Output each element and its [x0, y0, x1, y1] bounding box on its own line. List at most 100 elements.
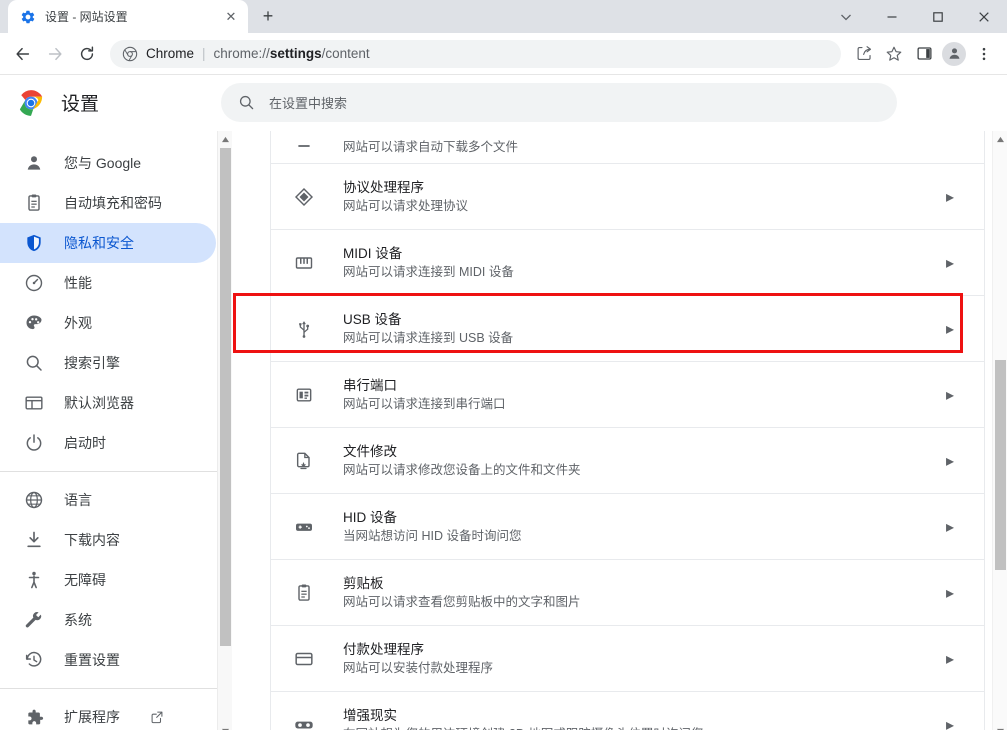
- chevron-right-icon[interactable]: ▸: [940, 187, 960, 207]
- sidebar-item-4[interactable]: 外观: [0, 303, 216, 343]
- browser-tab-settings[interactable]: 设置 - 网站设置 ✕: [8, 0, 248, 33]
- close-icon[interactable]: ✕: [222, 8, 240, 26]
- row-title: 文件修改: [343, 443, 397, 459]
- accessibility-icon: [24, 570, 44, 590]
- settings-content: 网站可以请求自动下载多个文件 协议处理程序 网站可以请求处理协议 ▸ MIDI 设备 网站…: [232, 131, 1007, 730]
- browser-window-icon: [24, 393, 44, 413]
- close-button[interactable]: [961, 0, 1007, 33]
- sidebar-item-3[interactable]: 性能: [0, 263, 216, 303]
- content-setting-row[interactable]: MIDI 设备 网站可以请求连接到 MIDI 设备 ▸: [271, 230, 984, 296]
- chevron-right-icon[interactable]: ▸: [940, 715, 960, 730]
- back-button[interactable]: [8, 39, 38, 69]
- content-setting-row[interactable]: 付款处理程序 网站可以安装付款处理程序 ▸: [271, 626, 984, 692]
- scroll-up-arrow-icon[interactable]: [218, 131, 233, 148]
- profile-avatar[interactable]: [939, 39, 969, 69]
- window-controls: [823, 0, 1007, 33]
- maximize-button[interactable]: [915, 0, 961, 33]
- chevron-right-icon[interactable]: ▸: [940, 385, 960, 405]
- url-suffix: /content: [321, 46, 370, 61]
- content-setting-row[interactable]: HID 设备 当网站想访问 HID 设备时询问您 ▸: [271, 494, 984, 560]
- address-bar[interactable]: Chrome | chrome://settings/content: [110, 39, 841, 68]
- chevron-right-icon[interactable]: ▸: [940, 649, 960, 669]
- row-title: 协议处理程序: [343, 179, 424, 195]
- sidebar-item-label: 启动时: [64, 435, 106, 451]
- sidebar-scrollbar[interactable]: [217, 131, 232, 730]
- content-setting-row[interactable]: 增强现实在网站想为您的周边环境创建 3D 地图或跟踪摄像头位置时询问您▸: [271, 692, 984, 730]
- sidebar-item-2[interactable]: 无障碍: [0, 560, 216, 600]
- row-text: 协议处理程序 网站可以请求处理协议: [343, 178, 940, 216]
- row-text: 网站可以请求自动下载多个文件: [343, 138, 960, 157]
- main-area: 您与 Google 自动填充和密码 隐私和安全性能外观搜索引擎默认浏览器启动时 语言…: [0, 131, 1007, 730]
- sidebar-item-label: 隐私和安全: [64, 235, 134, 251]
- reload-button[interactable]: [72, 39, 102, 69]
- globe-icon: [24, 490, 44, 510]
- three-dot-menu-icon[interactable]: [969, 39, 999, 69]
- chevron-right-icon[interactable]: ▸: [940, 517, 960, 537]
- content-settings-card: 网站可以请求自动下载多个文件 协议处理程序 网站可以请求处理协议 ▸ MIDI 设备 网站…: [270, 131, 985, 730]
- chevron-right-icon[interactable]: ▸: [940, 451, 960, 471]
- sidebar-item-7[interactable]: 启动时: [0, 423, 216, 463]
- sidebar-item-label: 自动填充和密码: [64, 195, 162, 211]
- content-setting-row[interactable]: 文件修改 网站可以请求修改您设备上的文件和文件夹 ▸: [271, 428, 984, 494]
- row-subtitle: 网站可以请求连接到串行端口: [343, 396, 506, 411]
- content-setting-row[interactable]: USB 设备 网站可以请求连接到 USB 设备 ▸: [271, 296, 984, 362]
- external-link-icon[interactable]: [150, 710, 164, 724]
- sidebar-item-label: 下载内容: [64, 532, 120, 548]
- sidebar-item-label: 重置设置: [64, 652, 120, 668]
- row-subtitle: 网站可以请求查看您剪贴板中的文字和图片: [343, 594, 581, 609]
- row-text: 文件修改 网站可以请求修改您设备上的文件和文件夹: [343, 442, 940, 480]
- page-title: 设置: [61, 94, 100, 115]
- sidebar-scroll-track[interactable]: [218, 148, 233, 723]
- browser-toolbar: Chrome | chrome://settings/content: [0, 33, 1007, 75]
- chrome-logo: [18, 89, 44, 116]
- bookmark-star-icon[interactable]: [879, 39, 909, 69]
- sidebar-item-label: 外观: [64, 315, 92, 331]
- row-text: 付款处理程序 网站可以安装付款处理程序: [343, 640, 940, 678]
- scroll-up-arrow-icon[interactable]: [993, 131, 1007, 148]
- sidebar-item-label: 无障碍: [64, 572, 106, 588]
- sidebar-item-2[interactable]: 隐私和安全: [0, 223, 216, 263]
- share-icon[interactable]: [849, 39, 879, 69]
- wrench-icon: [24, 610, 44, 630]
- chevron-right-icon[interactable]: ▸: [940, 253, 960, 273]
- settings-header: 设置 在设置中搜索: [0, 75, 1007, 131]
- settings-sidebar: 您与 Google 自动填充和密码 隐私和安全性能外观搜索引擎默认浏览器启动时 语言…: [0, 131, 232, 730]
- chevron-right-icon[interactable]: ▸: [940, 583, 960, 603]
- content-setting-row[interactable]: 串行端口 网站可以请求连接到串行端口 ▸: [271, 362, 984, 428]
- tab-strip: 设置 - 网站设置 ✕ +: [0, 0, 1007, 33]
- tab-search-chevron-icon[interactable]: [823, 0, 869, 33]
- credit-card-icon: [293, 648, 315, 670]
- content-setting-row[interactable]: 协议处理程序 网站可以请求处理协议 ▸: [271, 164, 984, 230]
- row-text: 增强现实在网站想为您的周边环境创建 3D 地图或跟踪摄像头位置时询问您: [343, 706, 940, 730]
- sidebar-item-1[interactable]: 自动填充和密码: [0, 183, 216, 223]
- content-scroll-track[interactable]: [993, 148, 1007, 723]
- omnibox-url: chrome://settings/content: [214, 46, 370, 61]
- row-text: USB 设备 网站可以请求连接到 USB 设备: [343, 310, 940, 348]
- scroll-down-arrow-icon[interactable]: [218, 723, 233, 730]
- chevron-right-icon[interactable]: ▸: [940, 319, 960, 339]
- content-scrollbar[interactable]: [992, 131, 1007, 730]
- sidebar-item-extensions[interactable]: 扩展程序: [0, 697, 216, 730]
- new-tab-button[interactable]: +: [254, 2, 282, 30]
- content-setting-row[interactable]: 剪贴板 网站可以请求查看您剪贴板中的文字和图片 ▸: [271, 560, 984, 626]
- scroll-down-arrow-icon[interactable]: [993, 723, 1007, 730]
- sidebar-scroll-thumb[interactable]: [219, 148, 231, 646]
- avatar: [942, 41, 966, 66]
- sidebar-item-3[interactable]: 系统: [0, 600, 216, 640]
- sidebar-item-label: 默认浏览器: [64, 395, 134, 411]
- sidebar-item-6[interactable]: 默认浏览器: [0, 383, 216, 423]
- content-scroll-thumb[interactable]: [994, 360, 1006, 570]
- minimize-button[interactable]: [869, 0, 915, 33]
- sidebar-item-0[interactable]: 您与 Google: [0, 143, 216, 183]
- forward-button[interactable]: [40, 39, 70, 69]
- search-input[interactable]: 在设置中搜索: [221, 83, 898, 122]
- sidebar-item-0[interactable]: 语言: [0, 480, 216, 520]
- side-panel-icon[interactable]: [909, 39, 939, 69]
- sidebar-item-1[interactable]: 下载内容: [0, 520, 216, 560]
- chrome-icon: [122, 46, 138, 61]
- row-subtitle: 网站可以请求连接到 USB 设备: [343, 330, 514, 345]
- content-setting-row[interactable]: 网站可以请求自动下载多个文件: [271, 131, 984, 164]
- file-edit-icon: [293, 450, 315, 472]
- sidebar-item-4[interactable]: 重置设置: [0, 640, 216, 680]
- sidebar-item-5[interactable]: 搜索引擎: [0, 343, 216, 383]
